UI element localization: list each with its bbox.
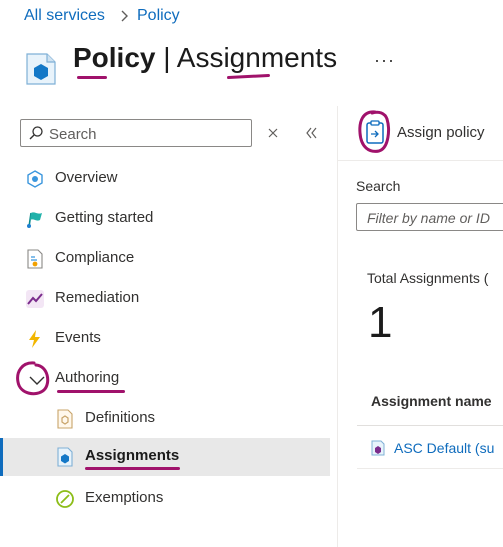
lightning-icon <box>25 329 45 349</box>
breadcrumb-separator-icon <box>119 8 129 27</box>
assign-policy-label: Assign policy <box>397 124 485 141</box>
sidebar-item-getting-started[interactable]: Getting started <box>0 200 330 238</box>
sidebar-item-label: Overview <box>55 169 118 186</box>
policy-icon <box>25 52 57 86</box>
annotation-underline-policy <box>77 76 107 79</box>
table-header-divider <box>357 425 503 426</box>
sidebar-item-definitions[interactable]: Definitions <box>0 400 330 438</box>
command-bar-divider <box>337 160 503 161</box>
page-title-separator: | <box>155 42 177 73</box>
annotation-circle-assign <box>357 109 391 155</box>
table-row: ASC Default (su <box>357 432 503 466</box>
annotation-underline-assignments <box>226 73 271 80</box>
page-title: Policy | Assignments <box>73 42 337 74</box>
page-title-sub: Assignments <box>176 42 338 73</box>
annotation-circle-chevron <box>14 360 52 398</box>
compliance-icon <box>25 249 45 269</box>
sidebar-item-events[interactable]: Events <box>0 320 330 358</box>
pane-divider <box>337 106 338 547</box>
double-chevron-left-icon[interactable] <box>304 126 318 140</box>
sidebar-item-label: Compliance <box>55 249 135 266</box>
search-input[interactable] <box>49 124 245 144</box>
more-options-button[interactable]: ··· <box>374 50 395 71</box>
rocket-flag-icon <box>25 209 45 229</box>
remediation-icon <box>25 289 45 309</box>
breadcrumb-policy[interactable]: Policy <box>137 7 180 25</box>
exemption-icon <box>55 489 75 509</box>
sidebar-item-overview[interactable]: Overview <box>0 160 330 198</box>
total-assignments-value: 1 <box>368 298 393 347</box>
sidebar-item-label: Authoring <box>55 369 120 386</box>
search-label: Search <box>356 178 401 194</box>
annotation-underline-authoring <box>57 390 125 393</box>
sidebar-item-exemptions[interactable]: Exemptions <box>0 480 330 518</box>
sidebar-item-compliance[interactable]: Compliance <box>0 240 330 278</box>
annotation-underline-assignments-nav <box>85 467 180 470</box>
assignment-icon <box>55 447 75 467</box>
total-assignments-label: Total Assignments ( <box>367 270 489 286</box>
assignment-row-icon <box>370 440 386 456</box>
sidebar-nav: Overview Getting started Compliance Reme… <box>0 160 332 520</box>
sidebar-item-assignments[interactable]: Assignments <box>0 438 330 476</box>
close-icon[interactable] <box>266 126 280 140</box>
sidebar-item-label: Exemptions <box>85 489 164 506</box>
definition-icon <box>55 409 75 429</box>
sidebar-item-label: Definitions <box>85 409 156 426</box>
sidebar-item-label: Getting started <box>55 209 154 226</box>
sidebar-item-label: Events <box>55 329 101 346</box>
breadcrumb: All services Policy <box>24 7 324 29</box>
table-row-divider <box>357 468 503 469</box>
assignment-row-link[interactable]: ASC Default (su <box>394 440 494 456</box>
filter-box[interactable] <box>356 203 503 231</box>
search-icon <box>28 125 44 146</box>
sidebar-item-label: Assignments <box>85 447 180 464</box>
page-title-main: Policy <box>73 42 156 73</box>
sidebar-item-label: Remediation <box>55 289 140 306</box>
search-box[interactable] <box>20 119 252 147</box>
breadcrumb-all-services[interactable]: All services <box>24 7 105 25</box>
overview-icon <box>25 169 45 189</box>
sidebar-item-remediation[interactable]: Remediation <box>0 280 330 318</box>
table-header-assignment-name[interactable]: Assignment name <box>371 393 492 409</box>
filter-input[interactable] <box>367 208 503 228</box>
